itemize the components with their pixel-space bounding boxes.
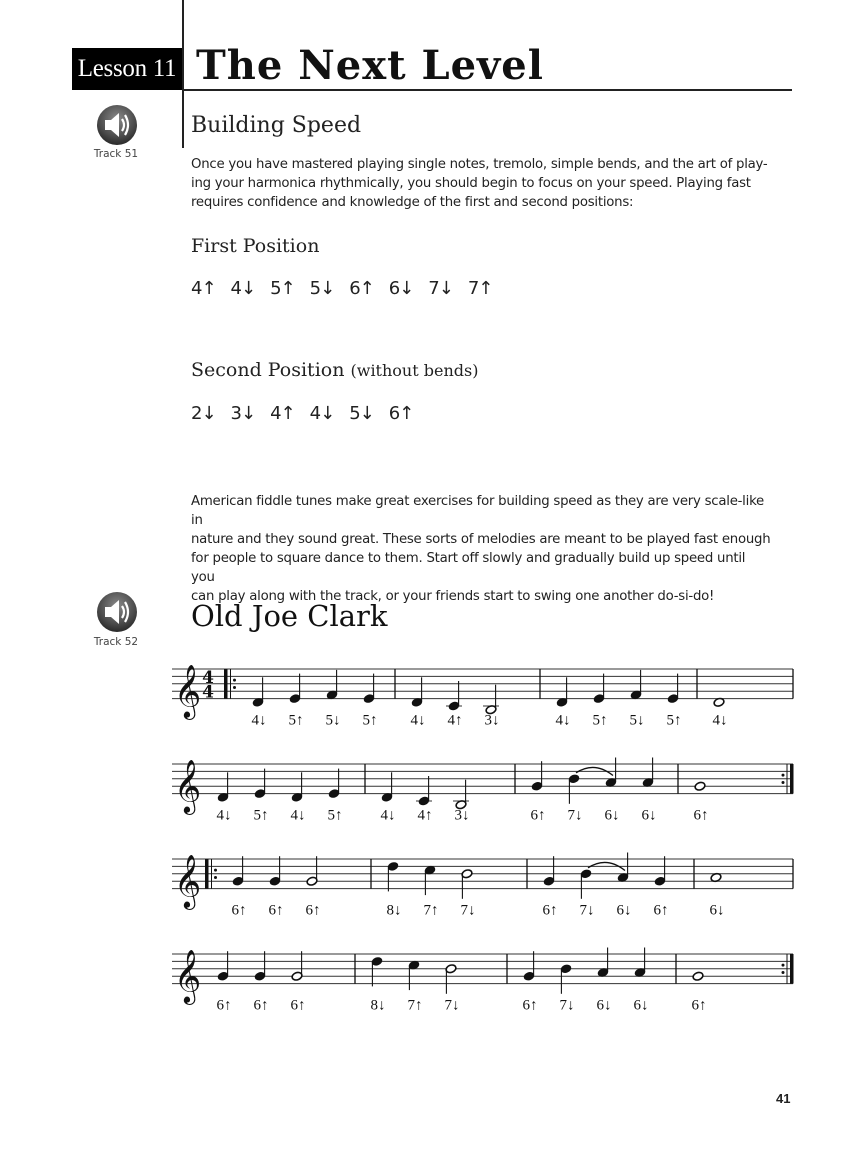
time-signature-bottom: 4 [202, 683, 214, 703]
staff: 𝄞 444↓ 5↑ 5↓ 5↑ 4↓ 4↑ 3↓ 4↓ 5↑ 5↓ 5↑ 4↓ [172, 664, 794, 729]
harmonica-tab-label: 6↑ [543, 903, 558, 919]
harmonica-tab-label: 6↑ [531, 808, 546, 824]
harmonica-tab-label: 8↓ [387, 903, 402, 919]
harmonica-tab-label: 4↑ [448, 713, 463, 729]
repeat-thick-bar [790, 954, 794, 984]
page-number: 41 [776, 1091, 791, 1106]
repeat-dot [233, 686, 236, 689]
repeat-dot [781, 773, 785, 777]
harmonica-tab-label: 5↓ [630, 713, 645, 729]
harmonica-tab-label: 6↓ [634, 998, 649, 1014]
harmonica-tab-label: 4↑ [418, 808, 433, 824]
harmonica-tab-label: 5↑ [254, 808, 269, 824]
harmonica-tab-label: 5↑ [328, 808, 343, 824]
harmonica-tab-label: 6↓ [642, 808, 657, 824]
harmonica-tab-label: 4↓ [713, 713, 728, 729]
harmonica-tab-label: 5↓ [326, 713, 341, 729]
repeat-dot [214, 868, 217, 872]
harmonica-tab-label: 6↑ [306, 903, 321, 919]
repeat-dot [781, 971, 785, 974]
harmonica-tab-label: 6↑ [523, 998, 538, 1014]
harmonica-tab-label: 3↓ [455, 808, 470, 824]
harmonica-tab-label: 6↑ [232, 903, 247, 919]
harmonica-tab-label: 6↑ [254, 998, 269, 1014]
treble-clef-icon: 𝄞 [174, 854, 201, 910]
harmonica-tab-label: 7↑ [408, 998, 423, 1014]
harmonica-tab-label: 6↑ [269, 903, 284, 919]
harmonica-tab-label: 4↓ [556, 713, 571, 729]
treble-clef-icon: 𝄞 [174, 949, 201, 1005]
note-head [692, 971, 704, 981]
harmonica-tab-label: 5↑ [593, 713, 608, 729]
harmonica-tab-label: 7↓ [560, 998, 575, 1014]
harmonica-tab-label: 4↓ [217, 808, 232, 824]
harmonica-tab-label: 7↓ [568, 808, 583, 824]
harmonica-tab-label: 5↑ [667, 713, 682, 729]
treble-clef-icon: 𝄞 [174, 664, 201, 720]
harmonica-tab-label: 7↑ [424, 903, 439, 919]
repeat-dot [233, 678, 236, 682]
repeat-thick-bar [790, 764, 794, 794]
sheet-music: 𝄞 444↓ 5↑ 5↓ 5↑ 4↓ 4↑ 3↓ 4↓ 5↑ 5↓ 5↑ 4↓𝄞4↓ 5↑ 4↓ 5↑ 4↓ 4↑… [172, 664, 794, 1014]
repeat-dot [781, 781, 785, 784]
repeat-dot [214, 876, 217, 879]
repeat-thick-bar [224, 669, 228, 699]
harmonica-tab-label: 6↑ [692, 998, 707, 1014]
harmonica-tab-label: 6↓ [710, 903, 725, 919]
harmonica-tab-label: 6↑ [291, 998, 306, 1014]
repeat-dot [781, 963, 785, 967]
staff: 𝄞 6↑ 6↑ 6↑ 8↓ 7↑ 7↓ 6↑ 7↓ 6↓ 6↓ 6↑ [172, 947, 794, 1014]
harmonica-tab-label: 5↑ [289, 713, 304, 729]
harmonica-tab-label: 6↑ [694, 808, 709, 824]
repeat-thick-bar [205, 859, 209, 889]
note-head [694, 781, 706, 791]
harmonica-tab-label: 4↓ [411, 713, 426, 729]
harmonica-tab-label: 6↓ [597, 998, 612, 1014]
harmonica-tab-label: 7↓ [461, 903, 476, 919]
treble-clef-icon: 𝄞 [174, 759, 201, 815]
staff: 𝄞 6↑ 6↑ 6↑ 8↓ 7↑ 7↓ 6↑ 7↓ 6↓ 6↑ 6↓ [172, 852, 794, 919]
harmonica-tab-label: 4↓ [291, 808, 306, 824]
harmonica-tab-label: 6↓ [617, 903, 632, 919]
harmonica-tab-label: 7↓ [580, 903, 595, 919]
staff: 𝄞 4↓ 5↑ 4↓ 5↑ 4↓ 4↑ 3↓ 6↑ 7↓ 6↓ 6↓ 6↑ [172, 757, 794, 824]
harmonica-tab-label: 7↓ [445, 998, 460, 1014]
harmonica-tab-label: 6↓ [605, 808, 620, 824]
harmonica-tab-label: 6↑ [654, 903, 669, 919]
harmonica-tab-label: 4↓ [381, 808, 396, 824]
harmonica-tab-label: 6↑ [217, 998, 232, 1014]
harmonica-tab-label: 3↓ [485, 713, 500, 729]
harmonica-tab-label: 4↓ [252, 713, 267, 729]
harmonica-tab-label: 5↑ [363, 713, 378, 729]
harmonica-tab-label: 8↓ [371, 998, 386, 1014]
